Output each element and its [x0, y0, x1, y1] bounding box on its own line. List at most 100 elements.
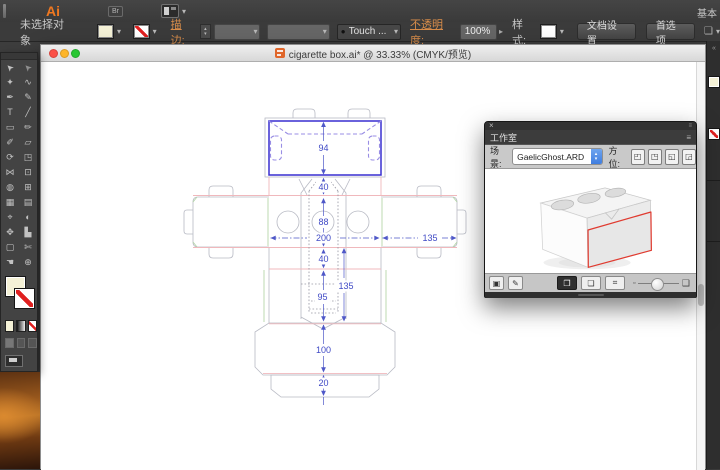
studio-panel-title[interactable]: 工作室 — [490, 131, 517, 144]
orientation-back-button[interactable]: ◳ — [648, 149, 662, 165]
drawing-mode-buttons — [1, 338, 37, 348]
workspace-switcher[interactable]: 基本 — [697, 5, 717, 20]
document-proxy-icon — [275, 48, 285, 58]
dock-none-swatch[interactable] — [708, 128, 720, 140]
control-bar: 未选择对象 ▾ ▾ 描边: ▴ ▾ ▾ ▾ ● Touch ... ▾ 不透明度… — [0, 22, 720, 42]
orientation-left-button[interactable]: ◱ — [665, 149, 679, 165]
eraser-tool-icon[interactable]: ▱ — [19, 135, 37, 150]
zoom-slider[interactable]: ▫ ❑ — [633, 278, 690, 289]
zoom-tool-icon[interactable]: ⊕ — [19, 255, 37, 270]
gradient-tool-icon[interactable]: ▤ — [19, 195, 37, 210]
3d-preview-viewport[interactable] — [485, 168, 696, 274]
opacity-panel-link[interactable]: 不透明度: — [410, 16, 456, 48]
panel-resize-grip[interactable] — [485, 292, 696, 298]
symbol-sprayer-tool-icon[interactable]: ✥ — [1, 225, 19, 240]
orientation-back-icon: ◳ — [651, 152, 659, 161]
vertical-scrollbar[interactable] — [696, 62, 705, 470]
studio-footer-toolbar: ▣ ✎ ❐ ❏ ⌗ ▫ ❑ — [485, 274, 696, 292]
draw-behind-icon[interactable] — [17, 338, 26, 348]
dock-collapse-icon[interactable]: « — [707, 45, 720, 52]
scene-label: 场景: — [490, 144, 509, 170]
panel-collapse-icon[interactable]: ≡ — [688, 123, 692, 129]
paintbrush-tool-icon[interactable]: ✏ — [19, 120, 37, 135]
bridge-button[interactable]: Br — [108, 6, 123, 17]
studio-panel-top-bar[interactable]: × ≡ — [485, 122, 696, 130]
rotate-tool-icon[interactable]: ⟳ — [1, 150, 19, 165]
variable-width-select[interactable]: ▾ — [267, 24, 329, 40]
chevron-down-icon[interactable]: ▾ — [117, 27, 121, 36]
illustrator-app: Ai Br ▾ 基本 未选择对象 ▾ ▾ 描边: ▴ ▾ ▾ ▾ ● Touch… — [0, 0, 720, 469]
wireframe-view-button[interactable]: ❏ — [581, 276, 601, 290]
gradient-button[interactable] — [16, 320, 25, 332]
brush-preview-icon: ● — [341, 27, 346, 36]
line-segment-tool-icon[interactable]: ╱ — [19, 105, 37, 120]
color-button[interactable] — [5, 320, 14, 332]
opacity-input[interactable]: 100% — [460, 24, 497, 40]
zoom-in-icon[interactable]: ❑ — [682, 278, 690, 289]
tools-panel: ➤➤ ✦∿ ✒✎ T╱ ▭✏ ✐▱ ⟳◳ ⋈⊡ ◍⊞ ▦▤ ⌖◐ ✥▙ ▢✄ ☚… — [0, 52, 38, 372]
hand-tool-icon[interactable]: ☚ — [1, 255, 19, 270]
edit-icon[interactable]: ✎ — [508, 276, 523, 290]
document-setup-button[interactable]: 文档设置 — [577, 23, 636, 40]
scrollbar-thumb[interactable] — [698, 284, 704, 306]
scene-stepper[interactable]: ▴ ▾ — [591, 149, 602, 164]
width-tool-icon[interactable]: ⋈ — [1, 165, 19, 180]
slice-tool-icon[interactable]: ✄ — [19, 240, 37, 255]
stroke-weight-select[interactable]: ▾ — [214, 24, 261, 40]
stepper-down-icon: ▾ — [204, 32, 207, 37]
chevron-down-icon[interactable]: ▾ — [716, 27, 720, 36]
stroke-color-swatch[interactable] — [133, 24, 150, 39]
dieline-drawing[interactable]: 94 40 88 200 135 40 135 95 100 — [181, 96, 481, 406]
scale-tool-icon[interactable]: ◳ — [19, 150, 37, 165]
solid-view-button[interactable]: ❐ — [557, 276, 577, 290]
panel-menu-icon[interactable]: ≡ — [686, 133, 691, 142]
brush-definition-select[interactable]: ● Touch ... ▾ — [337, 24, 401, 40]
dock-fill-swatch[interactable] — [708, 76, 720, 88]
fill-color-swatch[interactable] — [97, 24, 114, 39]
stroke-panel-link[interactable]: 描边: — [171, 16, 195, 48]
color-type-buttons — [1, 320, 37, 332]
app-bar-grip[interactable] — [3, 4, 6, 18]
draw-normal-icon[interactable] — [5, 338, 14, 348]
stroke-weight-stepper[interactable]: ▴ ▾ — [200, 24, 211, 39]
orientation-front-button[interactable]: ◰ — [631, 149, 645, 165]
chevron-down-icon[interactable]: ▾ — [153, 27, 157, 36]
free-transform-tool-icon[interactable]: ⊡ — [19, 165, 37, 180]
zoom-slider-knob[interactable] — [651, 278, 664, 291]
curvature-tool-icon[interactable]: ✎ — [19, 90, 37, 105]
graphic-style-swatch[interactable] — [540, 24, 557, 39]
type-tool-icon[interactable]: T — [1, 105, 19, 120]
eyedropper-tool-icon[interactable]: ⌖ — [1, 210, 19, 225]
shape-builder-tool-icon[interactable]: ◍ — [1, 180, 19, 195]
mesh-tool-icon[interactable]: ▦ — [1, 195, 19, 210]
pen-tool-icon[interactable]: ✒ — [1, 90, 19, 105]
draw-inside-icon[interactable] — [28, 338, 37, 348]
column-graph-tool-icon[interactable]: ▙ — [19, 225, 37, 240]
close-window-button[interactable] — [49, 49, 58, 58]
stepper-down-icon: ▾ — [595, 157, 598, 162]
panel-options-icon[interactable]: ❏ — [704, 26, 713, 37]
scene-select[interactable]: GaelicGhost.ARD ▴ ▾ — [512, 148, 602, 165]
chevron-down-icon[interactable]: ▾ — [560, 27, 564, 36]
export-icon[interactable]: ▣ — [489, 276, 504, 290]
zoom-window-button[interactable] — [71, 49, 80, 58]
screen-mode-button[interactable] — [5, 355, 23, 367]
close-icon[interactable]: × — [489, 122, 494, 130]
dim-label-tuck: 95 — [317, 292, 327, 302]
perspective-grid-tool-icon[interactable]: ⊞ — [19, 180, 37, 195]
rectangle-tool-icon[interactable]: ▭ — [1, 120, 19, 135]
document-titlebar[interactable]: cigarette box.ai* @ 33.33% (CMYK/预览) — [41, 45, 705, 62]
zoom-slider-track[interactable] — [638, 283, 678, 284]
orientation-front-icon: ◰ — [634, 152, 642, 161]
artboard-tool-icon[interactable]: ▢ — [1, 240, 19, 255]
pencil-tool-icon[interactable]: ✐ — [1, 135, 19, 150]
zoom-out-icon[interactable]: ▫ — [633, 280, 635, 287]
stroke-swatch[interactable] — [14, 288, 35, 309]
blend-tool-icon[interactable]: ◐ — [19, 210, 37, 225]
preferences-button[interactable]: 首选项 — [646, 23, 695, 40]
chevron-right-icon[interactable]: ▸ — [499, 27, 503, 36]
grid-view-button[interactable]: ⌗ — [605, 276, 625, 290]
orientation-right-button[interactable]: ◲ — [682, 149, 696, 165]
minimize-window-button[interactable] — [60, 49, 69, 58]
none-button[interactable] — [28, 320, 37, 332]
